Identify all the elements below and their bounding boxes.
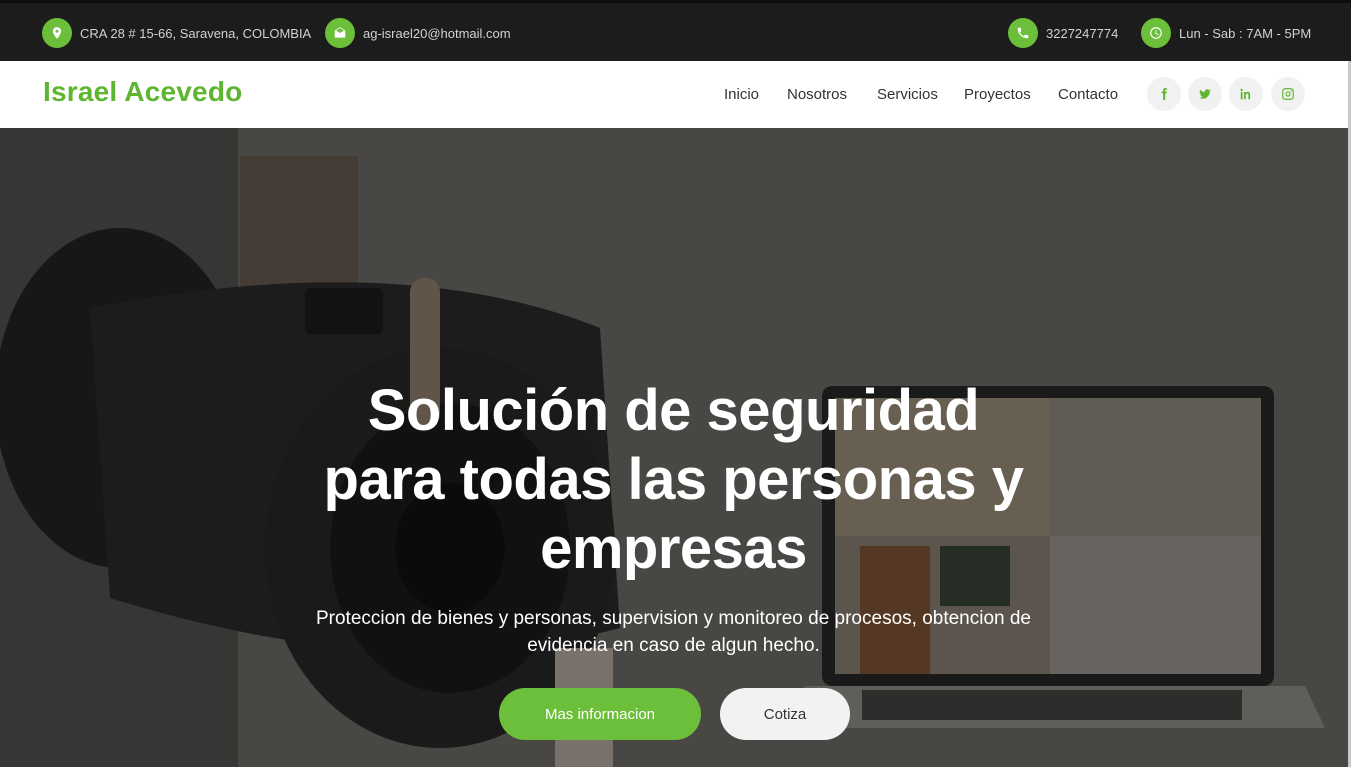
nav-item-contacto[interactable]: Contacto xyxy=(1058,86,1118,103)
hero-subtitle: Proteccion de bienes y personas, supervi… xyxy=(315,608,1032,656)
map-pin-icon xyxy=(42,18,72,48)
nav-item-nosotros[interactable]: Nosotros xyxy=(787,86,847,103)
hero-section: Solución de seguridad para todas las per… xyxy=(0,128,1351,767)
facebook-icon[interactable] xyxy=(1147,77,1181,111)
linkedin-icon[interactable] xyxy=(1229,77,1263,111)
hero-title: Solución de seguridad para todas las per… xyxy=(323,378,1024,581)
top-info-bar: CRA 28 # 15-66, Saravena, COLOMBIA ag-is… xyxy=(0,0,1351,61)
envelope-icon xyxy=(325,18,355,48)
brand-logo[interactable]: Israel Acevedo xyxy=(43,76,242,108)
nav-item-proyectos[interactable]: Proyectos xyxy=(964,86,1031,103)
email-text[interactable]: ag-israel20@hotmail.com xyxy=(363,26,511,41)
clock-icon xyxy=(1141,18,1171,48)
twitter-icon[interactable] xyxy=(1188,77,1222,111)
address-info: CRA 28 # 15-66, Saravena, COLOMBIA xyxy=(42,17,311,49)
phone-icon xyxy=(1008,18,1038,48)
address-text: CRA 28 # 15-66, Saravena, COLOMBIA xyxy=(80,25,312,41)
phone-info[interactable]: 3227247774 xyxy=(1008,17,1118,49)
instagram-icon[interactable] xyxy=(1271,77,1305,111)
hours-text: Lun - Sab : 7AM - 5PM xyxy=(1179,25,1312,41)
hours-info: Lun - Sab : 7AM - 5PM xyxy=(1141,17,1311,49)
email-info[interactable]: ag-israel20@hotmail.com xyxy=(325,17,511,49)
more-info-button[interactable]: Mas informacion xyxy=(499,688,701,740)
phone-text[interactable]: 3227247774 xyxy=(1046,26,1118,41)
quote-button[interactable]: Cotiza xyxy=(720,688,850,740)
site-header: Israel Acevedo Inicio Nosotros Servicios… xyxy=(0,61,1351,128)
nav-item-inicio[interactable]: Inicio xyxy=(724,86,759,103)
nav-item-servicios[interactable]: Servicios xyxy=(877,86,938,103)
